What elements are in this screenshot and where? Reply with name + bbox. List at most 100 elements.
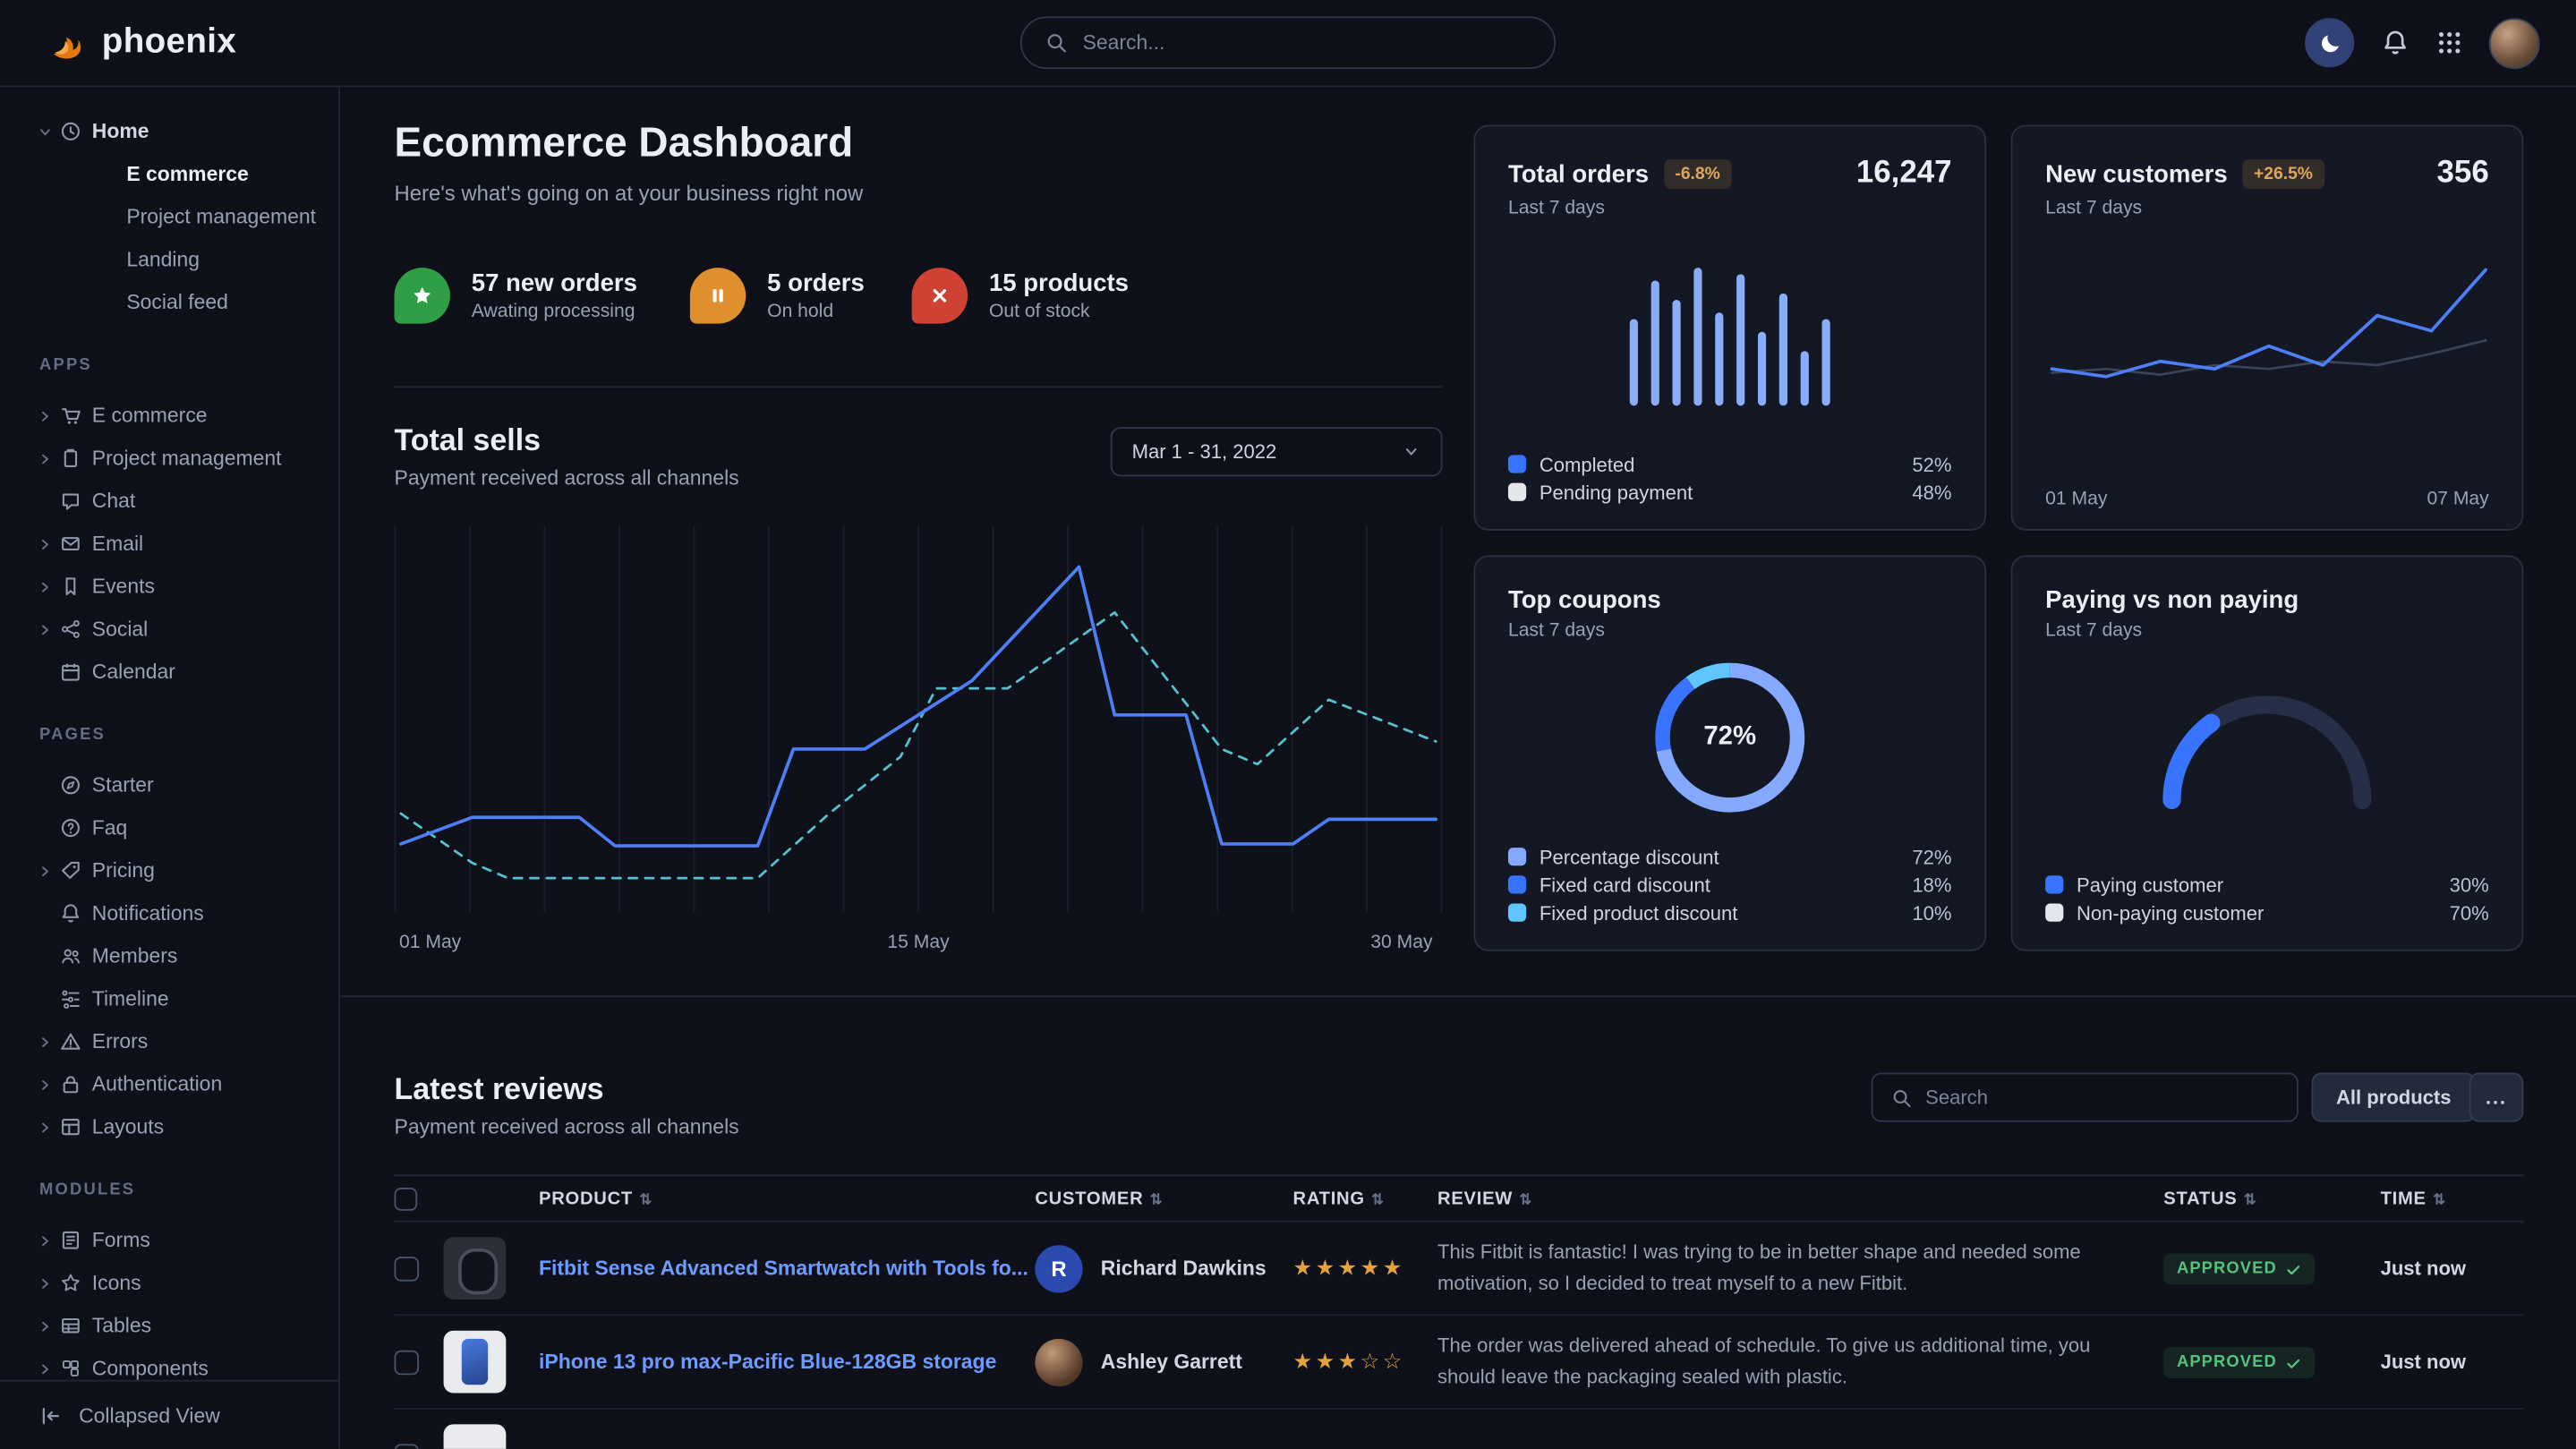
sidebar-item-faq[interactable]: Faq (0, 806, 338, 849)
col-header-review[interactable]: REVIEW⇅ (1437, 1189, 2163, 1208)
sidebar-subitem-project-management[interactable]: Project management (0, 195, 338, 238)
sidebar-item-pricing[interactable]: Pricing (0, 849, 338, 892)
col-header-rating[interactable]: RATING⇅ (1293, 1189, 1438, 1208)
cart-icon (59, 405, 82, 428)
reviews-search-input[interactable] (1925, 1086, 2279, 1109)
sidebar-item-label: Tables (92, 1314, 338, 1337)
sidebar-item-icons[interactable]: Icons (0, 1262, 338, 1305)
caret-right-icon (36, 862, 54, 880)
date-range-select[interactable]: Mar 1 - 31, 2022 (1111, 427, 1443, 476)
legend-label: Non-paying customer (2077, 901, 2264, 925)
sidebar-item-label: Starter (92, 774, 338, 797)
caret-right-icon (36, 1274, 54, 1291)
sidebar-section-apps: APPS (0, 356, 338, 374)
legend-label: Fixed product discount (1540, 901, 1738, 925)
moon-icon (2317, 30, 2342, 55)
global-search[interactable] (1020, 16, 1556, 69)
sidebar-item-timeline[interactable]: Timeline (0, 977, 338, 1020)
brand[interactable]: phoenix (46, 22, 236, 64)
legend-item-fixed-product-discount: Fixed product discount10% (1508, 899, 1952, 926)
sort-icon: ⇅ (1519, 1190, 1532, 1206)
sidebar-item-events[interactable]: Events (0, 565, 338, 608)
theme-toggle-button[interactable] (2305, 18, 2354, 67)
paying-legend: Paying customer30%Non-paying customer70% (2045, 871, 2489, 926)
customer-avatar (1035, 1338, 1082, 1385)
legend-swatch (1508, 848, 1526, 865)
row-checkbox[interactable] (395, 1443, 420, 1448)
sidebar-item-e-commerce[interactable]: E commerce (0, 395, 338, 438)
legend-item-percentage-discount: Percentage discount72% (1508, 843, 1952, 871)
sidebar-item-label: Members (92, 944, 338, 967)
review-cell: This Fitbit is fantastic! I was trying t… (1437, 1238, 2163, 1299)
sidebar-item-project-management[interactable]: Project management (0, 437, 338, 480)
new-customers-line-chart (2045, 242, 2492, 458)
sidebar-item-forms[interactable]: Forms (0, 1219, 338, 1262)
legend-label: Completed (1540, 453, 1635, 476)
legend-item-paying-customer: Paying customer30% (2045, 871, 2489, 899)
sidebar-section-pages: PAGES (0, 726, 338, 744)
caret-right-icon (36, 534, 54, 552)
sidebar-item-label: Faq (92, 816, 338, 840)
sidebar-subitem-e-commerce[interactable]: E commerce (0, 153, 338, 196)
star-glyph (411, 285, 434, 308)
row-checkbox[interactable] (395, 1350, 420, 1375)
legend-item-fixed-card-discount: Fixed card discount18% (1508, 871, 1952, 899)
sidebar-item-authentication[interactable]: Authentication (0, 1063, 338, 1106)
sidebar-item-email[interactable]: Email (0, 523, 338, 566)
sidebar-subitem-social-feed[interactable]: Social feed (0, 281, 338, 324)
trend-badge: +26.5% (2242, 159, 2324, 189)
sidebar-subitem-landing[interactable]: Landing (0, 238, 338, 281)
paying-card: Paying vs non paying Last 7 days Paying … (2011, 555, 2524, 950)
product-link[interactable]: iPhone 13 pro max-Pacific Blue-128GB sto… (539, 1351, 1033, 1374)
sidebar-item-errors[interactable]: Errors (0, 1020, 338, 1063)
apps-grid-icon[interactable] (2436, 30, 2462, 55)
sidebar-item-home[interactable]: Home (0, 110, 338, 153)
notifications-bell-icon[interactable] (2381, 28, 2410, 57)
sidebar-item-notifications[interactable]: Notifications (0, 892, 338, 935)
col-header-customer[interactable]: CUSTOMER⇅ (1035, 1189, 1292, 1208)
sidebar-item-chat[interactable]: Chat (0, 480, 338, 523)
sidebar-item-calendar[interactable]: Calendar (0, 651, 338, 694)
card-value: 16,247 (1856, 156, 1952, 192)
stat-on-hold: 5 ordersOn hold (690, 268, 912, 323)
total-sells-subtitle: Payment received across all channels (395, 466, 739, 490)
col-header-time[interactable]: TIME⇅ (2381, 1189, 2524, 1208)
col-header-product[interactable]: PRODUCT⇅ (539, 1189, 1035, 1208)
sidebar-item-members[interactable]: Members (0, 934, 338, 977)
latest-reviews-title: Latest reviews (395, 1071, 604, 1107)
legend-swatch (2045, 875, 2063, 893)
card-title: Paying vs non paying (2045, 586, 2299, 614)
customer-name: Richard Dawkins (1101, 1257, 1267, 1280)
user-avatar[interactable] (2489, 17, 2540, 68)
sidebar-item-layouts[interactable]: Layouts (0, 1105, 338, 1148)
product-link[interactable]: Fitbit Sense Advanced Smartwatch with To… (539, 1257, 1064, 1280)
sidebar-item-label: Project management (92, 447, 338, 470)
legend-value: 48% (1912, 481, 1951, 504)
select-all-checkbox[interactable] (395, 1187, 418, 1210)
row-checkbox[interactable] (395, 1256, 420, 1281)
all-products-button[interactable]: All products (2311, 1073, 2476, 1122)
clock-icon (59, 120, 82, 143)
more-options-button[interactable]: ... (2469, 1073, 2524, 1122)
sidebar-item-label: Pricing (92, 859, 338, 882)
table-header: PRODUCT⇅CUSTOMER⇅RATING⇅REVIEW⇅STATUS⇅TI… (395, 1174, 2524, 1222)
collapse-icon (39, 1403, 63, 1427)
select-all-cell (395, 1187, 444, 1210)
tag-icon (59, 859, 82, 882)
collapsed-view-toggle[interactable]: Collapsed View (0, 1380, 338, 1449)
caret-right-icon (36, 1033, 54, 1051)
sidebar-item-starter[interactable]: Starter (0, 763, 338, 806)
global-search-input[interactable] (1083, 31, 1531, 55)
card-title: Total orders (1508, 160, 1649, 188)
bell-icon (59, 902, 82, 925)
divider (340, 995, 2576, 997)
sidebar-item-tables[interactable]: Tables (0, 1304, 338, 1347)
latest-reviews-subtitle: Payment received across all channels (395, 1115, 739, 1138)
reviews-search[interactable] (1872, 1073, 2299, 1122)
sidebar-item-label: Errors (92, 1030, 338, 1053)
legend-swatch (1508, 455, 1526, 473)
status-cell: APPROVED (2163, 1252, 2380, 1285)
search-icon (1045, 31, 1068, 55)
sidebar-item-social[interactable]: Social (0, 608, 338, 651)
col-header-status[interactable]: STATUS⇅ (2163, 1189, 2380, 1208)
